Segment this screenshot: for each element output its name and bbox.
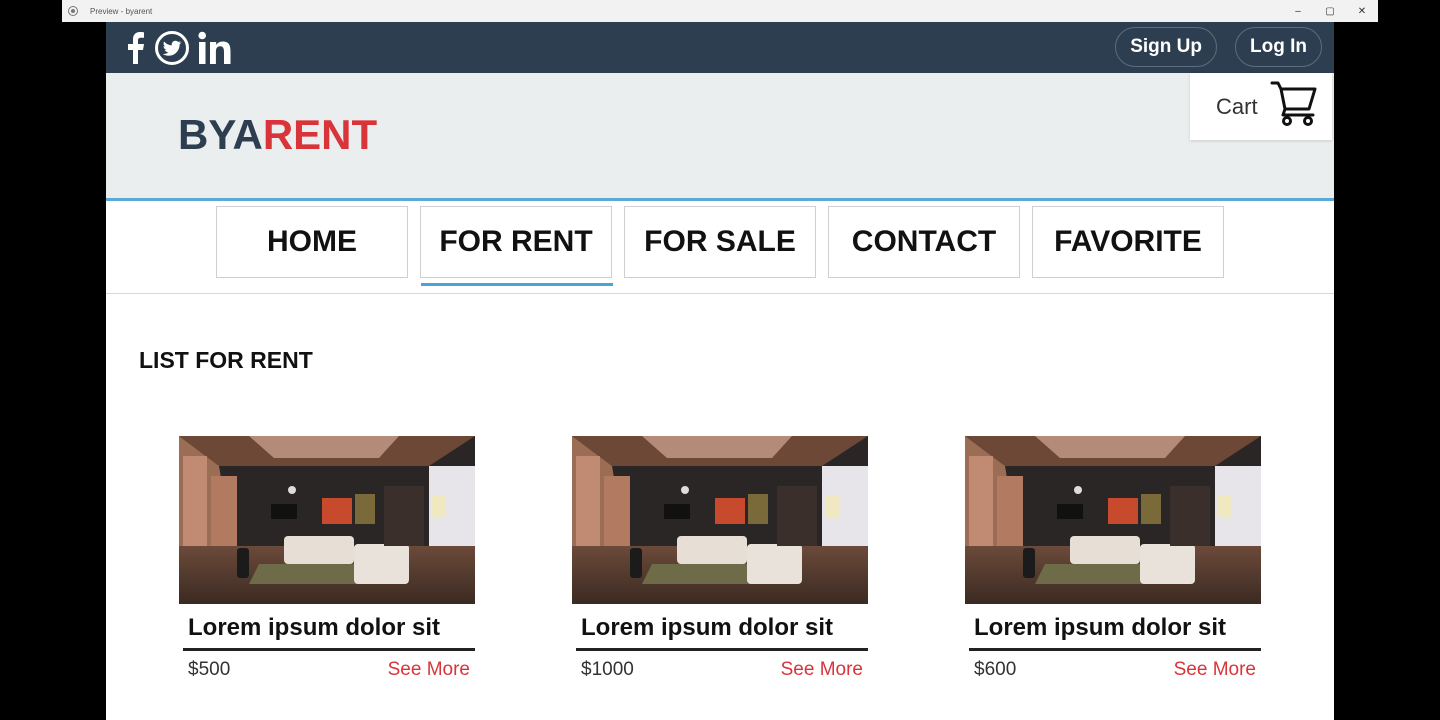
listing-card: Lorem ipsum dolor sit $500 See More xyxy=(179,436,475,681)
maximize-icon[interactable]: ▢ xyxy=(1314,0,1346,22)
log-in-button[interactable]: Log In xyxy=(1235,27,1322,67)
listing-price: $600 xyxy=(974,659,1017,680)
nav-items: HOME FOR RENT FOR SALE CONTACT FAVORITE xyxy=(216,206,1224,286)
listing-price: $1000 xyxy=(581,659,634,680)
divider xyxy=(576,648,868,651)
linkedin-icon[interactable] xyxy=(198,31,234,65)
nav-item-contact[interactable]: CONTACT xyxy=(828,206,1020,278)
sign-up-button[interactable]: Sign Up xyxy=(1115,27,1218,67)
facebook-icon[interactable] xyxy=(124,31,146,64)
listing-card: Lorem ipsum dolor sit $1000 See More xyxy=(572,436,868,681)
divider xyxy=(969,648,1261,651)
window-titlebar: Preview - byarent – ▢ ✕ xyxy=(62,0,1378,22)
listing-footer: $500 See More xyxy=(188,659,470,681)
listing-footer: $600 See More xyxy=(974,659,1256,681)
listing-title: Lorem ipsum dolor sit xyxy=(581,614,834,641)
site-header: BYARENT Cart xyxy=(106,73,1334,201)
listing-title: Lorem ipsum dolor sit xyxy=(974,614,1227,641)
app-viewport: Sign Up Log In BYARENT Cart HOME FOR REN… xyxy=(106,22,1334,720)
listing-card: Lorem ipsum dolor sit $600 See More xyxy=(965,436,1261,681)
social-links xyxy=(124,30,234,66)
see-more-link[interactable]: See More xyxy=(781,659,863,681)
listing-photo[interactable] xyxy=(572,436,868,604)
listing-photo[interactable] xyxy=(179,436,475,604)
cart-button[interactable]: Cart xyxy=(1190,73,1332,140)
divider xyxy=(183,648,475,651)
site-logo[interactable]: BYARENT xyxy=(178,111,377,159)
section-title: LIST FOR RENT xyxy=(139,347,313,373)
nav-item-for-rent[interactable]: FOR RENT xyxy=(420,206,613,286)
nav-item-home[interactable]: HOME xyxy=(216,206,408,278)
logo-part-bya: BYA xyxy=(178,111,263,158)
logo-part-rent: RENT xyxy=(262,111,378,158)
listing-cards: Lorem ipsum dolor sit $500 See More Lore… xyxy=(179,436,1261,681)
listing-photo[interactable] xyxy=(965,436,1261,604)
nav-item-for-sale[interactable]: FOR SALE xyxy=(624,206,816,278)
auth-buttons: Sign Up Log In xyxy=(1115,27,1322,67)
main-nav: HOME FOR RENT FOR SALE CONTACT FAVORITE xyxy=(106,201,1334,294)
minimize-icon[interactable]: – xyxy=(1282,0,1314,22)
listing-price: $500 xyxy=(188,659,231,680)
app-icon xyxy=(68,6,78,16)
see-more-link[interactable]: See More xyxy=(1174,659,1256,681)
nav-item-favorite[interactable]: FAVORITE xyxy=(1032,206,1224,278)
listing-footer: $1000 See More xyxy=(581,659,863,681)
close-icon[interactable]: ✕ xyxy=(1346,0,1378,22)
window-controls: – ▢ ✕ xyxy=(1282,0,1378,22)
listing-title: Lorem ipsum dolor sit xyxy=(188,614,441,641)
twitter-icon[interactable] xyxy=(154,30,190,66)
see-more-link[interactable]: See More xyxy=(388,659,470,681)
shopping-cart-icon xyxy=(1270,77,1318,132)
top-bar: Sign Up Log In xyxy=(106,22,1334,73)
cart-label: Cart xyxy=(1216,93,1258,119)
window-title: Preview - byarent xyxy=(90,6,153,16)
